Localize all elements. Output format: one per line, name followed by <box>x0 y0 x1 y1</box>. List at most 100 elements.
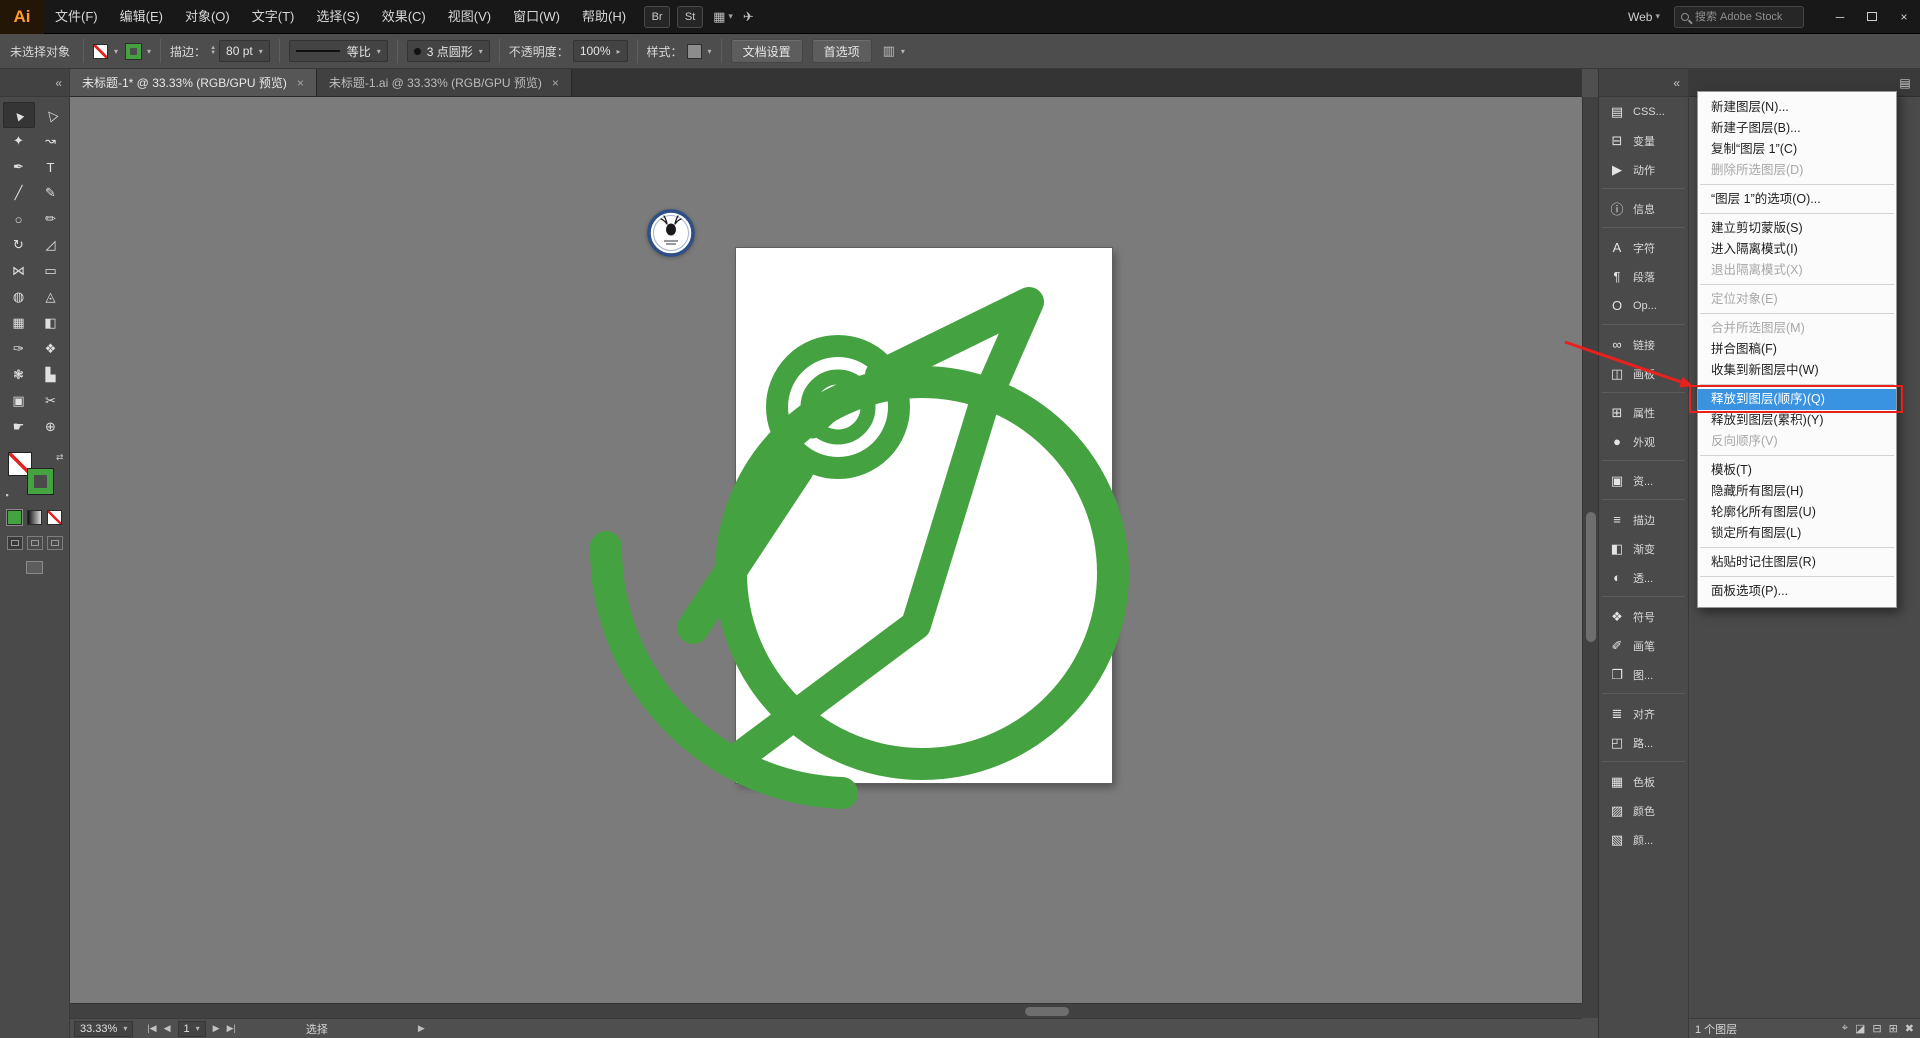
panel-icon-info[interactable]: ⓘ信息 <box>1599 194 1688 223</box>
search-input[interactable] <box>1695 11 1797 23</box>
panel-icon-appearance[interactable]: ●外观 <box>1599 427 1688 456</box>
layers-menu-item[interactable]: “图层 1”的选项(O)... <box>1698 189 1896 210</box>
layers-menu-item[interactable]: 面板选项(P)... <box>1698 581 1896 602</box>
stroke-stepper[interactable]: ▲▼ <box>210 46 216 56</box>
menubar-menu-3[interactable]: 文字(T) <box>241 0 306 34</box>
panel-icon-swatches[interactable]: ▦色板 <box>1599 767 1688 796</box>
panel-icon-color[interactable]: ▨颜色 <box>1599 796 1688 825</box>
new-sublayer-icon[interactable]: ⊟ <box>1872 1022 1881 1035</box>
line-segment-tool[interactable]: ╱ <box>3 180 35 206</box>
stock-search[interactable] <box>1674 6 1804 28</box>
layers-menu-item[interactable]: 进入隔离模式(I) <box>1698 239 1896 260</box>
color-button[interactable] <box>7 510 22 525</box>
panel-icon-actions[interactable]: ▶动作 <box>1599 155 1688 184</box>
menubar-menu-0[interactable]: 文件(F) <box>44 0 109 34</box>
menubar-menu-1[interactable]: 编辑(E) <box>109 0 174 34</box>
pencil-tool[interactable]: ✏ <box>35 206 67 232</box>
gpu-performance-icon[interactable]: ✈ <box>743 9 754 25</box>
first-artboard-icon[interactable]: |◀ <box>147 1023 156 1034</box>
layers-menu-item[interactable]: 锁定所有图层(L) <box>1698 523 1896 544</box>
align-options-icon[interactable]: ▥ <box>883 43 895 59</box>
layers-menu-item[interactable]: 粘贴时记住图层(R) <box>1698 552 1896 573</box>
bridge-button[interactable]: Br <box>644 6 670 28</box>
maximize-button[interactable] <box>1856 4 1888 30</box>
panel-icon-attributes[interactable]: ⊞属性 <box>1599 398 1688 427</box>
status-menu-arrow-icon[interactable]: ▶ <box>418 1023 425 1034</box>
panel-icon-links[interactable]: ∞链接 <box>1599 330 1688 359</box>
brush-definition-dropdown[interactable]: 3 点圆形 ▾ <box>407 40 490 62</box>
swap-fill-stroke-icon[interactable]: ⇄ <box>56 452 64 463</box>
panel-icon-stroke[interactable]: ≡描边 <box>1599 505 1688 534</box>
menubar-menu-4[interactable]: 选择(S) <box>305 0 370 34</box>
document-tab-0[interactable]: 未标题-1* @ 33.33% (RGB/GPU 预览)× <box>70 69 317 96</box>
workspace-switcher[interactable]: Web ▾ <box>1628 10 1660 24</box>
shape-builder-tool[interactable]: ◍ <box>3 284 35 310</box>
draw-normal-mode-button[interactable] <box>7 536 23 550</box>
type-tool[interactable]: T <box>35 154 67 180</box>
rotate-tool[interactable]: ↻ <box>3 232 35 258</box>
perspective-grid-tool[interactable]: ◬ <box>35 284 67 310</box>
free-transform-tool[interactable]: ▭ <box>35 258 67 284</box>
arrange-documents-caret-icon[interactable]: ▾ <box>728 11 733 22</box>
blend-tool[interactable]: ❖ <box>35 336 67 362</box>
menubar-menu-8[interactable]: 帮助(H) <box>571 0 637 34</box>
draw-inside-mode-button[interactable] <box>47 536 63 550</box>
vertical-scrollbar-thumb[interactable] <box>1586 512 1596 642</box>
panel-menu-icon[interactable]: ▤ <box>1894 72 1916 94</box>
tab-close-icon[interactable]: × <box>297 76 304 90</box>
style-swatch[interactable] <box>687 44 702 59</box>
stock-button[interactable]: St <box>677 6 703 28</box>
panel-icon-variables[interactable]: ⊟变量 <box>1599 126 1688 155</box>
artboard-number-field[interactable]: 1 ▾ <box>178 1021 206 1037</box>
layers-menu-item[interactable]: 新建子图层(B)... <box>1698 118 1896 139</box>
vertical-scrollbar[interactable] <box>1582 97 1598 1003</box>
zoom-dropdown[interactable]: 33.33% ▾ <box>74 1021 133 1037</box>
mesh-tool[interactable]: ▦ <box>3 310 35 336</box>
minimize-button[interactable]: ─ <box>1824 4 1856 30</box>
new-layer-icon[interactable]: ⊞ <box>1889 1022 1898 1035</box>
panel-icon-opentype[interactable]: OOp... <box>1599 291 1688 320</box>
panel-icon-color-guide[interactable]: ▧颜... <box>1599 825 1688 854</box>
direct-selection-tool[interactable]: △ <box>35 102 67 128</box>
tab-close-icon[interactable]: × <box>552 76 559 90</box>
align-options-caret-icon[interactable]: ▾ <box>901 47 905 56</box>
panel-icon-pathfinder[interactable]: ◰路... <box>1599 728 1688 757</box>
clipping-mask-icon[interactable]: ◪ <box>1855 1022 1865 1035</box>
fill-color-swatch[interactable] <box>93 44 108 59</box>
panel-icon-align[interactable]: ≣对齐 <box>1599 699 1688 728</box>
last-artboard-icon[interactable]: ▶| <box>227 1023 236 1034</box>
gradient-button[interactable] <box>27 510 42 525</box>
layers-menu-item[interactable]: 模板(T) <box>1698 460 1896 481</box>
stroke-caret-icon[interactable]: ▾ <box>147 47 151 56</box>
stroke-swatch[interactable] <box>28 469 53 494</box>
horizontal-scrollbar-thumb[interactable] <box>1025 1007 1069 1016</box>
toolbar-collapse-button[interactable]: « <box>0 69 69 97</box>
artboard-tool[interactable]: ▣ <box>3 388 35 414</box>
panel-icon-brushes[interactable]: ✐画笔 <box>1599 631 1688 660</box>
panel-icon-css-properties[interactable]: ▤CSS... <box>1599 97 1688 126</box>
menubar-menu-7[interactable]: 窗口(W) <box>502 0 571 34</box>
panel-icon-transparency[interactable]: ◐透... <box>1599 563 1688 592</box>
layers-menu-item[interactable]: 释放到图层(累积)(Y) <box>1698 410 1896 431</box>
none-button[interactable] <box>47 510 62 525</box>
draw-behind-mode-button[interactable] <box>27 536 43 550</box>
panel-icon-gradient[interactable]: ◧渐变 <box>1599 534 1688 563</box>
panel-icon-artboards[interactable]: ◫画板 <box>1599 359 1688 388</box>
preferences-button[interactable]: 首选项 <box>812 39 872 63</box>
hand-tool[interactable]: ☛ <box>3 414 35 440</box>
layers-menu-item[interactable]: 收集到新图层中(W) <box>1698 360 1896 381</box>
fill-caret-icon[interactable]: ▾ <box>114 47 118 56</box>
paintbrush-tool[interactable]: ✎ <box>35 180 67 206</box>
menubar-menu-5[interactable]: 效果(C) <box>371 0 437 34</box>
next-artboard-icon[interactable]: ▶ <box>213 1023 220 1034</box>
magic-wand-tool[interactable]: ✦ <box>3 128 35 154</box>
panel-icon-asset-export[interactable]: ▣资... <box>1599 466 1688 495</box>
locate-object-icon[interactable]: ⌖ <box>1842 1022 1848 1035</box>
panel-icon-graphic-styles[interactable]: ❐图... <box>1599 660 1688 689</box>
slice-tool[interactable]: ✂ <box>35 388 67 414</box>
layers-menu-item[interactable]: 新建图层(N)... <box>1698 97 1896 118</box>
scale-tool[interactable]: ◿ <box>35 232 67 258</box>
stroke-color-swatch[interactable] <box>126 44 141 59</box>
symbol-sprayer-tool[interactable]: ❃ <box>3 362 35 388</box>
previous-artboard-icon[interactable]: ◀ <box>164 1023 171 1034</box>
